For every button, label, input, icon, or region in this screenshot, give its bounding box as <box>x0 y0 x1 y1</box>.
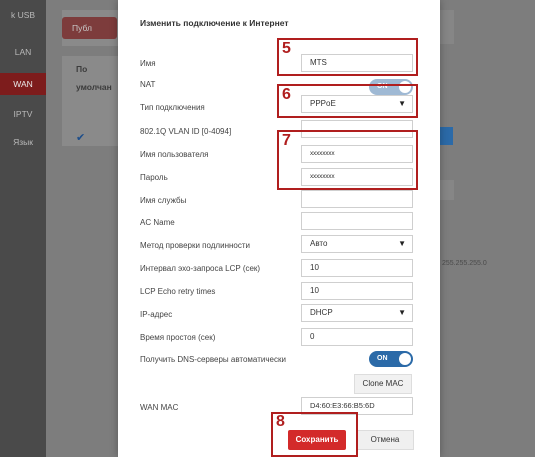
service-name-label: Имя службы <box>140 196 187 205</box>
annotation-box-6 <box>277 84 418 118</box>
lcp-retry-field[interactable]: 10 <box>301 282 413 300</box>
dns-auto-toggle[interactable]: ON <box>369 351 413 367</box>
column-header-default: умолчан <box>76 82 112 92</box>
auth-method-label: Метод проверки подлинности <box>140 241 250 250</box>
vlan-label: 802.1Q VLAN ID [0-4094] <box>140 127 232 136</box>
password-label: Пароль <box>140 173 168 182</box>
dns-toggle-label: ON <box>377 355 388 362</box>
background-ip-text: 255.255.255.0 <box>442 260 487 267</box>
sidebar-item-usb[interactable]: k USB <box>0 4 46 26</box>
annotation-box-7 <box>277 130 418 190</box>
column-header: По <box>76 64 88 74</box>
ip-address-select[interactable]: DHCP <box>301 304 413 322</box>
annotation-number-6: 6 <box>282 86 291 103</box>
sidebar-item-wan[interactable]: WAN <box>0 73 46 95</box>
auth-method-select[interactable]: Авто <box>301 235 413 253</box>
sidebar: k USB LAN WAN IPTV Язык <box>0 0 46 457</box>
sidebar-item-iptv[interactable]: IPTV <box>0 103 46 125</box>
clone-mac-button[interactable]: Clone MAC <box>354 374 412 394</box>
lcp-retry-label: LCP Echo retry times <box>140 287 216 296</box>
background-blue-button[interactable] <box>439 127 453 145</box>
name-label: Имя <box>140 59 156 68</box>
lcp-interval-label: Интервал эхо-запроса LCP (сек) <box>140 264 261 273</box>
background-right-panel <box>440 10 454 44</box>
annotation-number-5: 5 <box>282 40 291 57</box>
publish-button[interactable]: Публ <box>62 17 117 39</box>
ac-name-field[interactable] <box>301 212 413 230</box>
toggle-knob <box>399 353 411 365</box>
ip-address-label: IP-адрес <box>140 310 173 319</box>
dns-auto-label: Получить DNS-серверы автоматически <box>140 355 286 364</box>
ac-name-label: AC Name <box>140 218 175 227</box>
username-label: Имя пользователя <box>140 150 209 159</box>
idle-time-field[interactable]: 0 <box>301 328 413 346</box>
annotation-number-8: 8 <box>276 413 285 430</box>
service-name-field[interactable] <box>301 190 413 208</box>
idle-time-label: Время простоя (сек) <box>140 333 216 342</box>
sidebar-item-language[interactable]: Язык <box>0 131 46 153</box>
connection-type-label: Тип подключения <box>140 103 205 112</box>
nat-label: NAT <box>140 80 156 89</box>
sidebar-item-lan[interactable]: LAN <box>0 41 46 63</box>
annotation-number-7: 7 <box>282 132 291 149</box>
lcp-interval-field[interactable]: 10 <box>301 259 413 277</box>
dialog-title: Изменить подключение к Интернет <box>140 18 289 28</box>
wan-mac-label: WAN MAC <box>140 403 179 412</box>
check-icon: ✔ <box>76 132 86 144</box>
background-right-field <box>440 180 454 200</box>
annotation-box-5 <box>277 38 418 76</box>
cancel-button[interactable]: Отмена <box>356 430 414 450</box>
